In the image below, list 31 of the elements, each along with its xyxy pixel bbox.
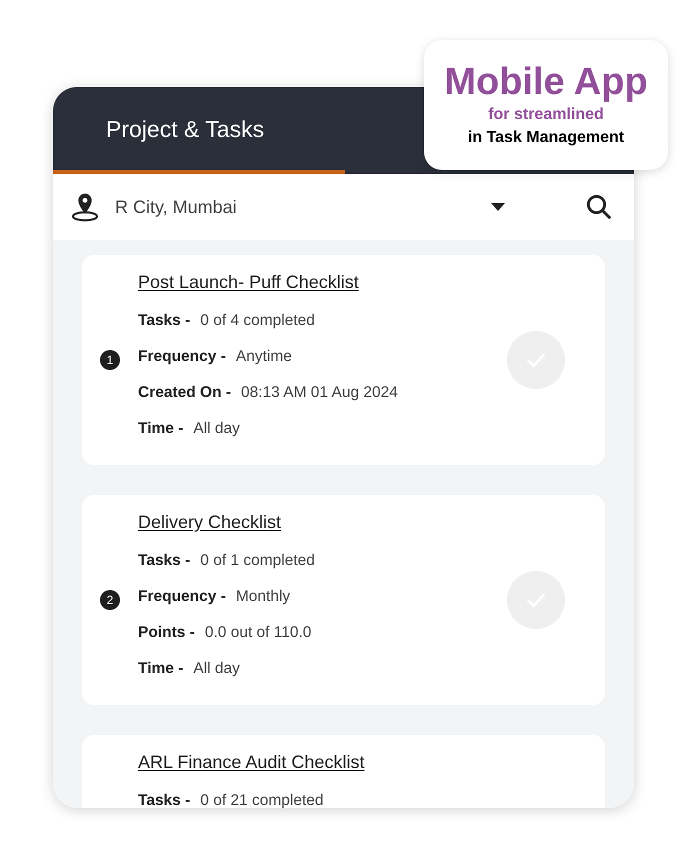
- field-label: Time -: [138, 419, 184, 440]
- promo-headline: Mobile App: [444, 60, 648, 104]
- field-label: Created On -: [138, 383, 232, 404]
- field-label: Tasks -: [138, 311, 190, 332]
- location-pin-icon: [69, 191, 101, 223]
- checklist-title[interactable]: Post Launch- Puff Checklist: [138, 269, 359, 295]
- checklist-card[interactable]: 1 Post Launch- Puff Checklist Tasks - 0 of 4 completed Frequency - Anytime Created On - 08:13 AM 01 Aug 2024 Time - All day: [82, 255, 605, 465]
- field-value: Anytime: [236, 347, 292, 368]
- checklist-title[interactable]: ARL Finance Audit Checklist: [138, 749, 364, 775]
- field-value: 0 of 4 completed: [200, 311, 315, 332]
- location-value[interactable]: R City, Mumbai: [115, 194, 490, 220]
- number-badge: 2: [100, 590, 120, 610]
- field-value: 0 of 1 completed: [200, 551, 315, 572]
- field-label: Time -: [138, 659, 184, 680]
- field-value: Monthly: [236, 587, 290, 608]
- field-label: Points -: [138, 623, 195, 644]
- field-label: Tasks -: [138, 791, 190, 808]
- number-badge: 1: [100, 350, 120, 370]
- promo-subtitle: in Task Management: [468, 128, 624, 148]
- field-value: 0.0 out of 110.0: [204, 623, 312, 644]
- field-label: Tasks -: [138, 551, 190, 572]
- promo-subtitle: for streamlined: [488, 105, 604, 125]
- search-icon[interactable]: [584, 192, 614, 222]
- dropdown-caret-icon[interactable]: [490, 202, 506, 212]
- field-label: Frequency -: [138, 347, 226, 368]
- field-value: All day: [193, 419, 240, 440]
- field-value: 08:13 AM 01 Aug 2024: [241, 383, 398, 404]
- checklist-title[interactable]: Delivery Checklist: [138, 509, 282, 535]
- field-label: Frequency -: [138, 587, 226, 608]
- checklist-card[interactable]: 2 Delivery Checklist Tasks - 0 of 1 completed Frequency - Monthly Points - 0.0 out of 110.0 Time - All day: [82, 495, 605, 705]
- field-value: All day: [193, 659, 240, 680]
